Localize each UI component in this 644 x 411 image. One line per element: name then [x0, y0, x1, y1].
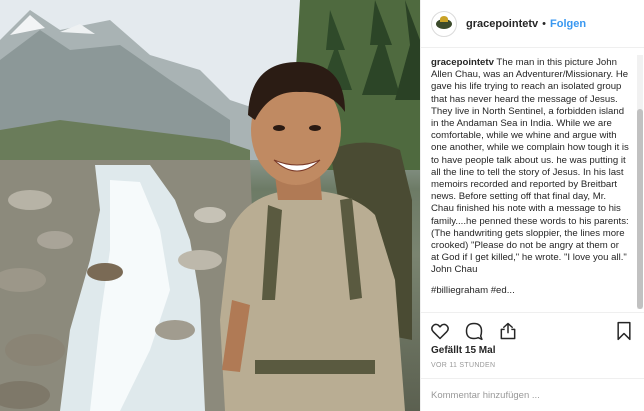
- caption-text: The man in this picture John Allen Chau,…: [431, 57, 629, 276]
- post-photo[interactable]: [0, 0, 420, 411]
- photo-illustration: [0, 0, 420, 411]
- bookmark-icon[interactable]: [615, 321, 633, 341]
- avatar[interactable]: [431, 10, 457, 37]
- comment-bar: [421, 378, 644, 411]
- separator-dot: •: [542, 17, 546, 30]
- scrollbar-thumb[interactable]: [637, 109, 643, 309]
- post-header: gracepointetv • Folgen: [421, 0, 644, 48]
- username-link[interactable]: gracepointetv: [466, 18, 538, 30]
- caption-hashtags[interactable]: #billiegraham #ed...: [431, 285, 629, 297]
- share-icon[interactable]: [498, 321, 518, 341]
- caption: gracepointetv The man in this picture Jo…: [431, 57, 629, 297]
- heart-icon[interactable]: [430, 321, 450, 341]
- caption-username[interactable]: gracepointetv: [431, 57, 494, 68]
- likes-count[interactable]: Gefällt 15 Mal: [431, 345, 495, 356]
- comment-icon[interactable]: [464, 321, 484, 341]
- post-side-panel: gracepointetv • Folgen gracepointetv The…: [420, 0, 644, 411]
- post-actions: [421, 312, 644, 348]
- caption-scroll-area[interactable]: gracepointetv The man in this picture Jo…: [421, 49, 644, 311]
- follow-button[interactable]: Folgen: [550, 18, 586, 30]
- comment-input[interactable]: [431, 389, 631, 401]
- post-timestamp[interactable]: VOR 11 STUNDEN: [431, 362, 495, 369]
- avatar-logo: [436, 15, 452, 29]
